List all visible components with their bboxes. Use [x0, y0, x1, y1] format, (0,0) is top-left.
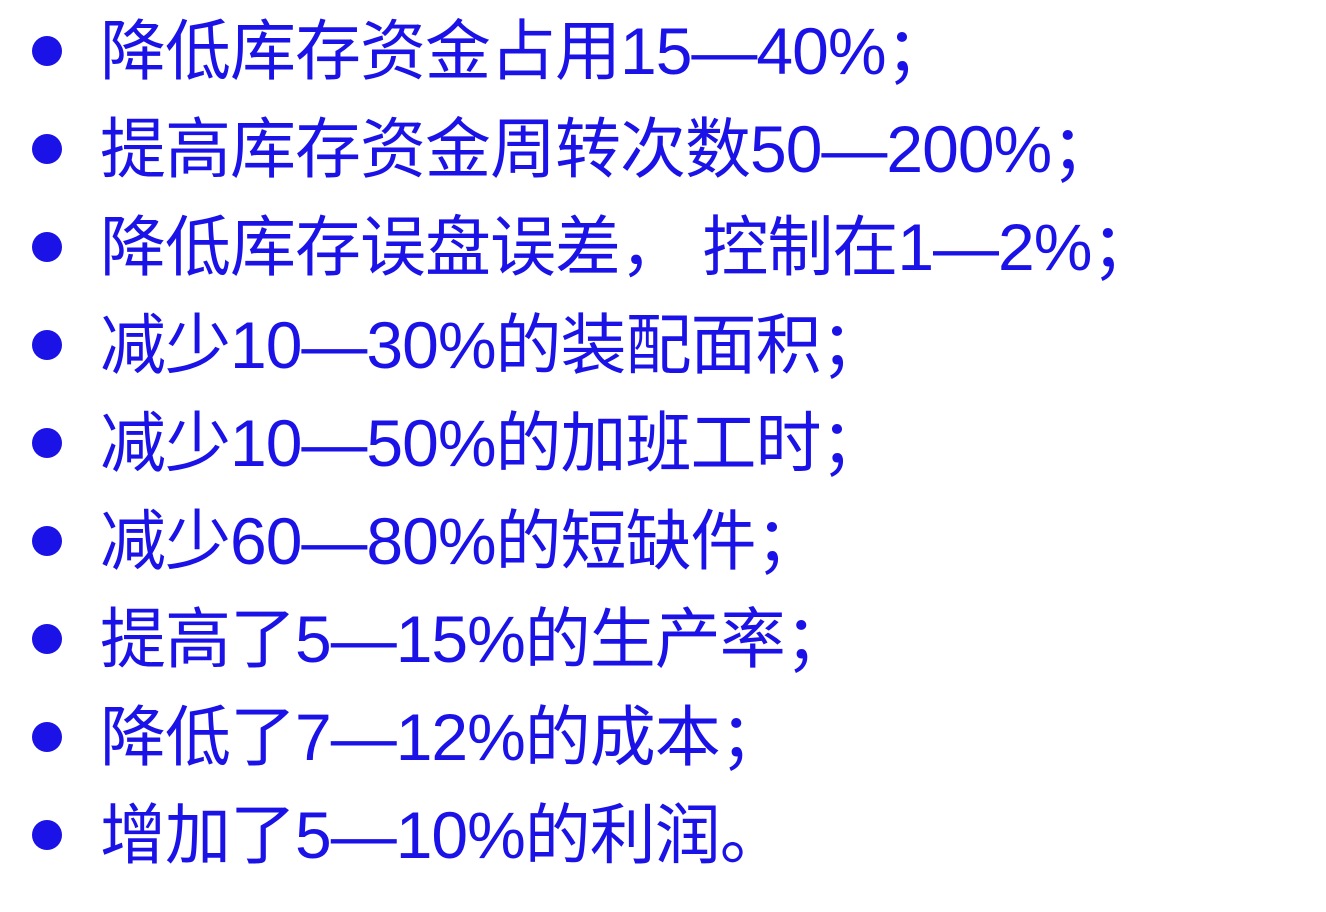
bullet-icon — [32, 526, 62, 556]
list-item: 降低库存资金占用15—40%； — [32, 2, 1156, 100]
bullet-icon — [32, 820, 62, 850]
bullet-text: 提高库存资金周转次数50—200%； — [100, 112, 1117, 186]
list-item: 减少10—50%的加班工时； — [32, 394, 1156, 492]
list-item: 降低了7—12%的成本； — [32, 688, 1156, 786]
bullet-text: 降低库存资金占用15—40%； — [100, 14, 952, 88]
bullet-icon — [32, 330, 62, 360]
bullet-icon — [32, 232, 62, 262]
benefits-bullet-list: 降低库存资金占用15—40%； 提高库存资金周转次数50—200%； 降低库存误… — [32, 2, 1157, 884]
list-item: 减少60—80%的短缺件； — [32, 492, 1156, 590]
bullet-icon — [32, 624, 62, 654]
list-item: 提高了5—15%的生产率； — [32, 590, 1156, 688]
bullet-text: 减少60—80%的短缺件； — [100, 504, 822, 578]
list-item: 减少10—30%的装配面积； — [32, 296, 1156, 394]
list-item: 增加了5—10%的利润。 — [32, 786, 1156, 884]
bullet-text: 降低库存误盘误差， 控制在1—2%； — [100, 210, 1157, 284]
bullet-text: 降低了7—12%的成本； — [100, 700, 786, 774]
bullet-text: 减少10—30%的装配面积； — [100, 308, 887, 382]
bullet-text: 增加了5—10%的利润。 — [100, 798, 786, 872]
bullet-text: 减少10—50%的加班工时； — [100, 406, 887, 480]
bullet-text: 提高了5—15%的生产率； — [100, 602, 851, 676]
bullet-icon — [32, 134, 62, 164]
slide: 降低库存资金占用15—40%； 提高库存资金周转次数50—200%； 降低库存误… — [0, 0, 1326, 912]
list-item: 降低库存误盘误差， 控制在1—2%； — [32, 198, 1157, 296]
bullet-icon — [32, 428, 62, 458]
bullet-icon — [32, 36, 62, 66]
list-item: 提高库存资金周转次数50—200%； — [32, 100, 1156, 198]
bullet-icon — [32, 722, 62, 752]
